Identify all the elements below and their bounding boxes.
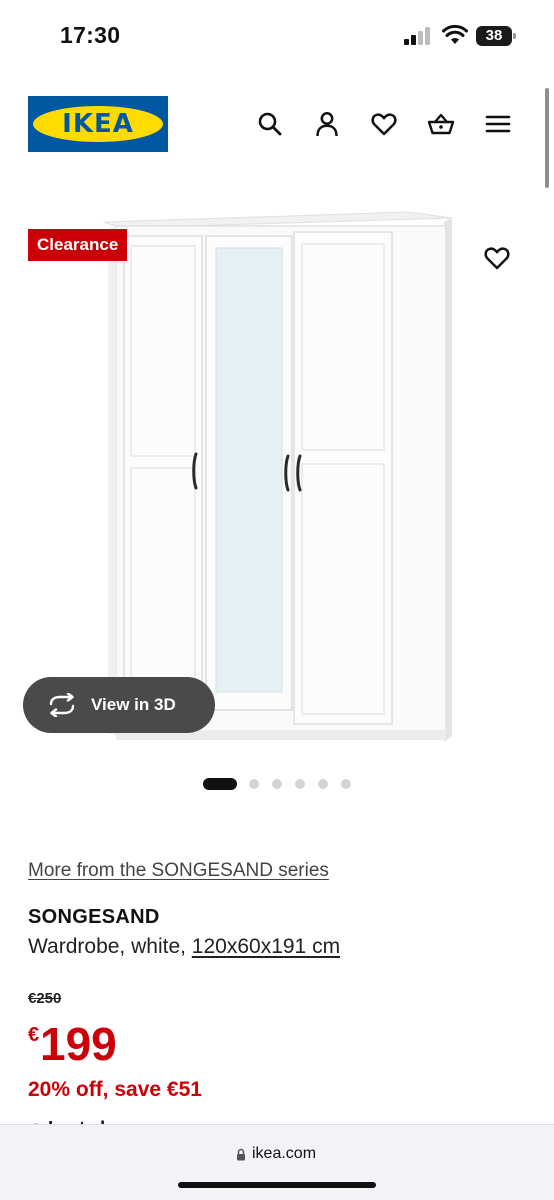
- browser-address-bar[interactable]: ikea.com: [0, 1124, 554, 1200]
- product-description: Wardrobe, white, 120x60x191 cm: [28, 935, 340, 959]
- ikea-logo[interactable]: IKEA: [28, 96, 168, 152]
- add-to-favourites-heart-icon[interactable]: [483, 244, 511, 272]
- rotate-3d-icon: [47, 692, 77, 718]
- menu-icon[interactable]: [484, 110, 512, 138]
- image-pagination: [203, 778, 363, 790]
- signal-icon: [404, 27, 432, 45]
- product-type: Wardrobe, white,: [28, 935, 192, 958]
- user-icon[interactable]: [313, 110, 341, 138]
- clearance-badge: Clearance: [28, 229, 128, 261]
- status-time: 17:30: [60, 22, 121, 48]
- discount-text: 20% off, save €51: [28, 1078, 202, 1101]
- basket-icon[interactable]: [427, 110, 455, 138]
- status-bar: 17:30 38: [0, 0, 554, 70]
- currency-symbol: €: [28, 1024, 40, 1046]
- product-size-link[interactable]: 120x60x191 cm: [192, 935, 340, 958]
- view-in-3d-button[interactable]: View in 3D: [23, 677, 215, 733]
- battery-level: 38: [476, 26, 512, 46]
- heart-icon[interactable]: [370, 110, 398, 138]
- logo-text: IKEA: [62, 109, 134, 139]
- lock-icon: [236, 1148, 246, 1161]
- home-indicator[interactable]: [178, 1182, 376, 1188]
- old-price: €250: [28, 990, 62, 1007]
- battery-tip: [513, 33, 516, 39]
- search-icon[interactable]: [256, 110, 284, 138]
- pagination-dot[interactable]: [249, 779, 259, 789]
- product-name: SONGESAND: [28, 906, 160, 928]
- battery-icon: 38: [476, 26, 516, 46]
- site-header: IKEA: [0, 70, 554, 170]
- price-value: 199: [40, 1018, 117, 1070]
- pagination-dot[interactable]: [272, 779, 282, 789]
- series-link[interactable]: More from the SONGESAND series: [28, 860, 329, 882]
- page-scrollbar[interactable]: [545, 88, 549, 188]
- pagination-dot-active[interactable]: [203, 778, 237, 790]
- wifi-icon: [442, 24, 468, 46]
- pagination-dot[interactable]: [341, 779, 351, 789]
- pagination-dot[interactable]: [318, 779, 328, 789]
- pagination-dot[interactable]: [295, 779, 305, 789]
- view-in-3d-label: View in 3D: [91, 695, 176, 714]
- url-text[interactable]: ikea.com: [252, 1145, 316, 1163]
